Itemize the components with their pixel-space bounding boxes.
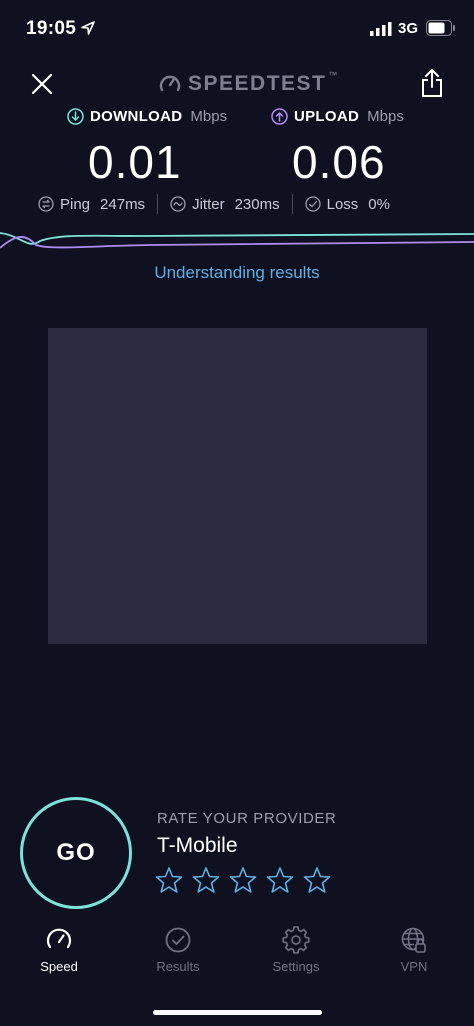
tab-label: VPN xyxy=(400,959,428,974)
upload-label: UPLOAD xyxy=(294,108,360,125)
jitter-stat: Jitter 230ms xyxy=(170,196,280,213)
loss-value: 0 xyxy=(368,195,377,213)
download-header: DOWNLOAD Mbps xyxy=(67,108,227,125)
loss-stat: Loss 0% xyxy=(304,195,390,213)
tab-results[interactable]: Results xyxy=(138,926,218,974)
tab-bar: Speed Results Settings VPN xyxy=(0,926,474,986)
go-label: GO xyxy=(56,839,96,866)
star-icon[interactable] xyxy=(155,866,183,894)
close-button[interactable] xyxy=(28,70,56,98)
ping-icon xyxy=(38,196,54,212)
home-indicator[interactable] xyxy=(153,1010,322,1015)
download-label: DOWNLOAD xyxy=(90,108,183,125)
upload-arrow-icon xyxy=(271,108,288,125)
jitter-value: 230 xyxy=(234,195,260,213)
upload-graph-line xyxy=(0,236,474,249)
loss-unit: % xyxy=(376,195,390,213)
ping-stat: Ping 247ms xyxy=(38,196,145,213)
ping-label: Ping xyxy=(60,195,91,213)
download-arrow-icon xyxy=(67,108,84,125)
star-icon[interactable] xyxy=(192,866,220,894)
tab-label: Settings xyxy=(272,959,320,974)
speed-graph xyxy=(0,232,474,249)
ping-value: 247 xyxy=(100,195,126,213)
gear-icon xyxy=(282,926,310,954)
ping-unit: ms xyxy=(125,195,146,213)
speedometer-icon xyxy=(46,928,72,949)
download-unit: Mbps xyxy=(190,108,228,125)
ad-placeholder[interactable] xyxy=(48,328,427,644)
go-button[interactable]: GO xyxy=(20,797,132,909)
checkmark-circle-icon xyxy=(165,927,191,953)
brand-trademark: ™ xyxy=(328,70,338,80)
loss-label: Loss xyxy=(326,195,359,213)
rate-provider-title: RATE YOUR PROVIDER xyxy=(157,810,337,827)
jitter-icon xyxy=(170,196,186,212)
tab-speed[interactable]: Speed xyxy=(19,926,99,974)
brand-logo: SPEEDTEST ™ xyxy=(158,70,337,98)
upload-header: UPLOAD Mbps xyxy=(271,108,404,125)
status-time: 19:05 xyxy=(26,18,77,39)
tab-label: Results xyxy=(156,959,200,974)
stat-divider xyxy=(291,194,293,214)
jitter-label: Jitter xyxy=(192,195,225,213)
globe-lock-icon xyxy=(401,927,426,953)
brand-name: SPEEDTEST xyxy=(188,72,327,95)
upload-unit: Mbps xyxy=(367,108,404,125)
rating-stars xyxy=(155,866,331,894)
speedometer-logo-icon xyxy=(159,75,181,92)
signal-icon xyxy=(370,22,392,36)
understanding-results-link[interactable]: Understanding results xyxy=(0,263,474,283)
battery-icon xyxy=(426,20,455,36)
provider-name: T-Mobile xyxy=(157,834,238,857)
star-icon[interactable] xyxy=(229,866,257,894)
tab-settings[interactable]: Settings xyxy=(256,926,336,974)
star-icon[interactable] xyxy=(303,866,331,894)
stat-divider xyxy=(157,194,159,214)
jitter-unit: ms xyxy=(259,195,280,213)
tab-vpn[interactable]: VPN xyxy=(374,926,454,974)
network-type: 3G xyxy=(398,20,419,37)
download-value: 0.01 xyxy=(88,136,182,188)
stats-row: Ping 247ms Jitter 230ms Loss 0% xyxy=(38,194,390,214)
status-bar: 19:05 3G xyxy=(0,0,474,58)
star-icon[interactable] xyxy=(266,866,294,894)
upload-value: 0.06 xyxy=(292,136,386,188)
tab-label: Speed xyxy=(40,959,78,974)
share-icon[interactable] xyxy=(420,68,444,98)
loss-icon xyxy=(304,196,321,212)
location-arrow-icon xyxy=(81,21,95,35)
